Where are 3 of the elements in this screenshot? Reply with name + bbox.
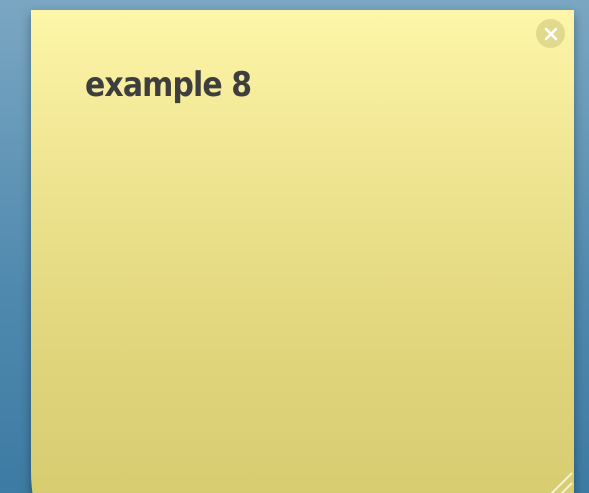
close-icon (544, 26, 558, 40)
note-text[interactable]: example 8 (85, 65, 252, 105)
close-button[interactable] (536, 19, 565, 48)
